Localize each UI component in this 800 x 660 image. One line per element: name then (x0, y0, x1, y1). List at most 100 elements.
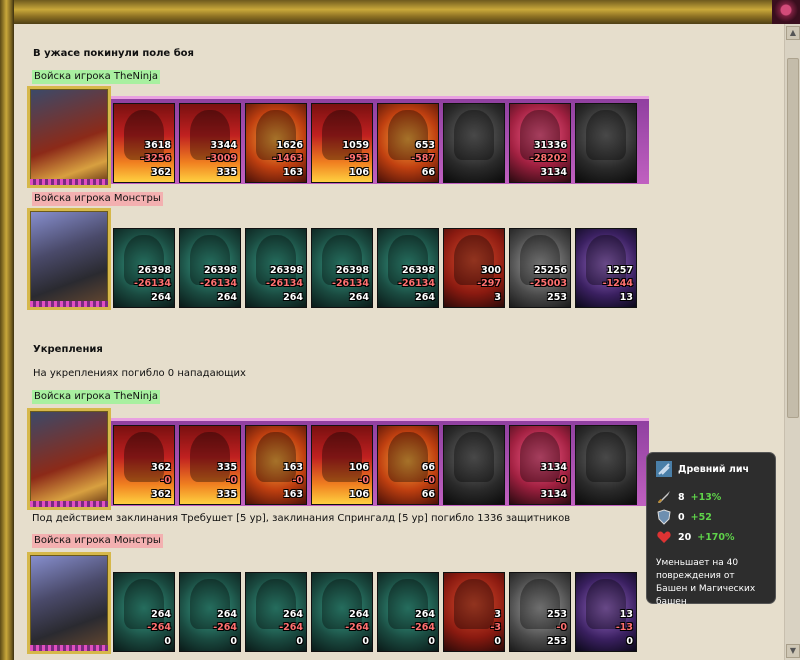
unit-count-left: 0 (296, 636, 303, 647)
unit-slot[interactable]: 335 -0 335 (179, 425, 241, 505)
unit-count-start: 3618 (144, 140, 171, 151)
unit-count-lost: -26134 (200, 278, 237, 289)
hero-portrait-theninja[interactable] (27, 86, 111, 188)
unit-slot[interactable]: 3134 -0 3134 (509, 425, 571, 505)
unit-count-left: 264 (349, 292, 369, 303)
vertical-scrollbar[interactable]: ▲ ▼ (784, 24, 800, 660)
unit-slot[interactable]: 106 -0 106 (311, 425, 373, 505)
unit-count-left: 3 (494, 292, 501, 303)
unit-slot[interactable] (443, 425, 505, 505)
unit-count-left: 253 (547, 636, 567, 647)
unit-bar: 3618 -3256 362 3344 -3009 335 1626 -1463… (111, 96, 649, 184)
unit-slot[interactable]: 264 -264 0 (113, 572, 175, 652)
unit-count-start: 653 (415, 140, 435, 151)
unit-count-start: 335 (217, 462, 237, 473)
unit-count-left: 3134 (540, 167, 567, 178)
defense-shield-icon (657, 509, 671, 525)
attack-sword-icon (657, 491, 670, 504)
unit-count-lost: -3009 (206, 153, 237, 164)
unit-count-lost: -26134 (398, 278, 435, 289)
unit-count-left: 264 (415, 292, 435, 303)
unit-count-left: 0 (230, 636, 237, 647)
unit-count-left: 0 (362, 636, 369, 647)
unit-slot[interactable]: 3618 -3256 362 (113, 103, 175, 183)
attacker-army-row: 3618 -3256 362 3344 -3009 335 1626 -1463… (27, 86, 649, 188)
unit-count-start: 1626 (276, 140, 303, 151)
unit-count-start: 264 (217, 609, 237, 620)
unit-count-start: 26398 (269, 265, 303, 276)
unit-count-left: 335 (217, 167, 237, 178)
unit-slot[interactable]: 26398 -26134 264 (245, 228, 307, 308)
unit-portrait-icon (454, 110, 494, 160)
unit-portrait-icon (520, 579, 560, 629)
hero-portrait-monsters[interactable] (27, 208, 111, 310)
unit-slot[interactable]: 31336 -28202 3134 (509, 103, 571, 183)
unit-slot[interactable]: 3344 -3009 335 (179, 103, 241, 183)
unit-slot[interactable]: 26398 -26134 264 (377, 228, 439, 308)
unit-count-start: 26398 (335, 265, 369, 276)
scroll-thumb[interactable] (787, 58, 799, 418)
unit-slot[interactable] (575, 103, 637, 183)
tooltip-health-row: 20 +170% (656, 527, 766, 547)
unit-count-lost: -3256 (140, 153, 171, 164)
tooltip-attack-row: 8 +13% (656, 487, 766, 507)
unit-count-lost: -0 (424, 475, 435, 486)
hero-strip (30, 645, 108, 651)
unit-count-left: 0 (428, 636, 435, 647)
defender-army-row: 264 -264 0 264 -264 0 264 -264 0 264 -26… (27, 552, 649, 654)
defender-units: 264 -264 0 264 -264 0 264 -264 0 264 -26… (111, 572, 651, 652)
defender-label: Войска игрока Монстры (32, 534, 163, 548)
tooltip-defense-bonus: +52 (690, 511, 712, 523)
unit-slot[interactable]: 264 -264 0 (377, 572, 439, 652)
unit-slot[interactable]: 26398 -26134 264 (179, 228, 241, 308)
unit-slot[interactable] (443, 103, 505, 183)
unit-count-lost: -26134 (266, 278, 303, 289)
unit-slot[interactable]: 26398 -26134 264 (113, 228, 175, 308)
scroll-up-button[interactable]: ▲ (786, 26, 800, 40)
unit-slot[interactable]: 1257 -1244 13 (575, 228, 637, 308)
hero-portrait-theninja[interactable] (27, 408, 111, 510)
unit-slot[interactable]: 26398 -26134 264 (311, 228, 373, 308)
unit-slot[interactable]: 653 -587 66 (377, 103, 439, 183)
unit-count-left: 264 (283, 292, 303, 303)
unit-portrait-icon (586, 432, 626, 482)
unit-portrait-icon (322, 432, 362, 482)
section-title-retreat: В ужасе покинули поле боя (33, 48, 194, 59)
unit-count-left: 362 (151, 167, 171, 178)
unit-slot[interactable]: 253 -0 253 (509, 572, 571, 652)
unit-portrait-icon (586, 110, 626, 160)
unit-tooltip: Древний лич 8 +13% 0 +52 20 +170% Уменьш… (646, 452, 776, 607)
unit-slot[interactable]: 1626 -1463 163 (245, 103, 307, 183)
unit-slot[interactable]: 362 -0 362 (113, 425, 175, 505)
window-frame-left (0, 0, 14, 660)
unit-count-start: 3134 (540, 462, 567, 473)
unit-slot[interactable]: 3 -3 0 (443, 572, 505, 652)
unit-slot[interactable]: 300 -297 3 (443, 228, 505, 308)
tooltip-header: Древний лич (656, 461, 766, 477)
unit-count-left: 66 (421, 489, 435, 500)
scroll-down-button[interactable]: ▼ (786, 644, 800, 658)
unit-slot[interactable]: 264 -264 0 (179, 572, 241, 652)
unit-slot[interactable]: 66 -0 66 (377, 425, 439, 505)
unit-count-start: 300 (481, 265, 501, 276)
unit-slot[interactable]: 1059 -953 106 (311, 103, 373, 183)
defender-label: Войска игрока Монстры (32, 192, 163, 206)
unit-portrait-icon (656, 461, 672, 477)
unit-portrait-icon (454, 432, 494, 482)
unit-count-lost: -0 (556, 622, 567, 633)
tooltip-defense-row: 0 +52 (656, 507, 766, 527)
unit-slot[interactable]: 264 -264 0 (311, 572, 373, 652)
unit-count-start: 106 (349, 462, 369, 473)
frame-corner-ornament (772, 0, 800, 24)
unit-count-left: 106 (349, 489, 369, 500)
unit-slot[interactable] (575, 425, 637, 505)
unit-count-lost: -3 (490, 622, 501, 633)
hero-portrait-monsters[interactable] (27, 552, 111, 654)
unit-slot[interactable]: 25256 -25003 253 (509, 228, 571, 308)
unit-slot[interactable]: 264 -264 0 (245, 572, 307, 652)
unit-count-lost: -264 (213, 622, 237, 633)
unit-slot[interactable]: 13 -13 0 (575, 572, 637, 652)
unit-count-lost: -953 (345, 153, 369, 164)
attacker-label: Войска игрока TheNinja (32, 390, 160, 404)
unit-slot[interactable]: 163 -0 163 (245, 425, 307, 505)
